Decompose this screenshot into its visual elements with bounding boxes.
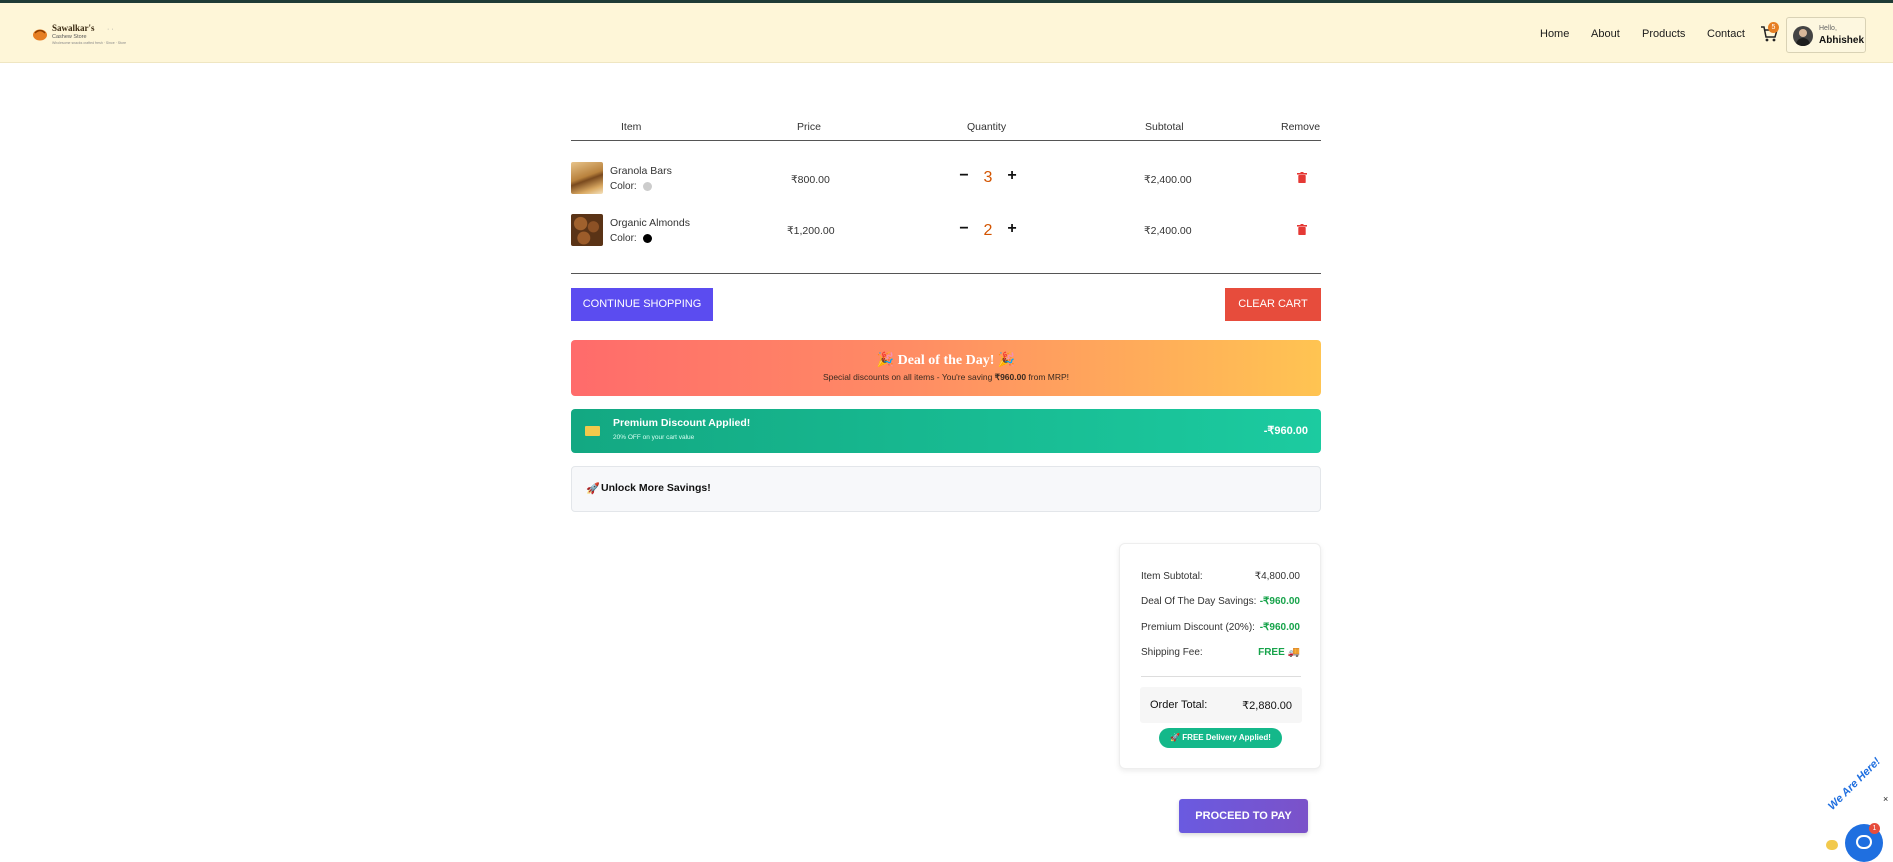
column-header-subtotal: Subtotal bbox=[1145, 121, 1184, 133]
deal-of-the-day-banner: 🎉 Deal of the Day! 🎉 Special discounts o… bbox=[571, 340, 1321, 396]
chat-unread-badge: 1 bbox=[1869, 823, 1880, 834]
premium-subtitle: 20% OFF on your cart value bbox=[613, 434, 695, 441]
premium-discount-banner: Premium Discount Applied! 20% OFF on you… bbox=[571, 409, 1321, 453]
chat-close-icon[interactable]: × bbox=[1883, 794, 1888, 804]
trash-icon[interactable] bbox=[1297, 172, 1307, 183]
store-logo[interactable]: Sawalkar's Cashew Store Wholesome snacks… bbox=[32, 21, 142, 51]
order-total-value: ₹2,880.00 bbox=[1242, 700, 1292, 712]
quantity-decrease-button[interactable]: − bbox=[957, 220, 971, 238]
avatar bbox=[1793, 26, 1813, 46]
user-menu[interactable]: Hello, Abhishek bbox=[1786, 17, 1866, 53]
item-subtotal-value: ₹4,800.00 bbox=[1254, 571, 1300, 582]
premium-title: Premium Discount Applied! bbox=[613, 417, 751, 429]
item-subtotal: ₹2,400.00 bbox=[1144, 225, 1192, 237]
column-header-quantity: Quantity bbox=[967, 121, 1007, 133]
nav-contact[interactable]: Contact bbox=[1707, 28, 1745, 40]
cart-count-badge: 5 bbox=[1768, 22, 1779, 33]
user-name: Abhishek bbox=[1819, 35, 1865, 46]
rocket-icon: 🚀 bbox=[586, 483, 600, 495]
logo-subtitle: Cashew Store bbox=[52, 34, 87, 40]
color-swatch bbox=[643, 182, 652, 191]
premium-discount-label: Premium Discount (20%): bbox=[1141, 622, 1255, 633]
product-image-granola-bars[interactable] bbox=[571, 162, 603, 194]
product-image-organic-almonds[interactable] bbox=[571, 214, 603, 246]
order-total-label: Order Total: bbox=[1150, 699, 1208, 711]
premium-amount: -₹960.00 bbox=[1263, 425, 1308, 437]
user-greeting: Hello, bbox=[1819, 25, 1837, 32]
shipping-fee-value: FREE 🚚 bbox=[1258, 647, 1300, 658]
table-footer-divider bbox=[571, 273, 1321, 274]
item-price: ₹1,200.00 bbox=[787, 225, 835, 237]
quantity-increase-button[interactable]: + bbox=[1005, 167, 1019, 185]
item-price: ₹800.00 bbox=[791, 174, 830, 186]
product-name[interactable]: Organic Almonds bbox=[610, 217, 690, 229]
logo-tagline: Wholesome snacks crafted fresh · Since ·… bbox=[52, 41, 127, 45]
logo-dots: · · bbox=[107, 26, 114, 33]
table-header-divider bbox=[571, 140, 1321, 141]
waving-hand-icon bbox=[1826, 840, 1838, 850]
chat-bubble-icon bbox=[1856, 835, 1872, 849]
order-summary: Item Subtotal: ₹4,800.00 Deal Of The Day… bbox=[1119, 543, 1321, 769]
nav-products[interactable]: Products bbox=[1642, 28, 1685, 40]
order-total-box: Order Total: ₹2,880.00 bbox=[1140, 687, 1302, 723]
summary-divider bbox=[1141, 676, 1301, 677]
column-header-price: Price bbox=[797, 121, 821, 133]
proceed-to-pay-button[interactable]: PROCEED TO PAY bbox=[1179, 799, 1308, 833]
deal-savings-amount: ₹960.00 bbox=[994, 372, 1027, 382]
nav-about[interactable]: About bbox=[1591, 28, 1620, 40]
deal-title: 🎉 Deal of the Day! 🎉 bbox=[876, 353, 1016, 368]
logo-name: Sawalkar's bbox=[52, 23, 95, 33]
quantity-value: 3 bbox=[983, 169, 993, 186]
premium-discount-value: -₹960.00 bbox=[1259, 622, 1300, 633]
site-header: Sawalkar's Cashew Store Wholesome snacks… bbox=[0, 3, 1893, 63]
chat-widget-label: We Are Here! bbox=[1826, 755, 1883, 813]
quantity-value: 2 bbox=[983, 222, 993, 239]
deal-savings-value: -₹960.00 bbox=[1259, 596, 1300, 607]
color-swatch bbox=[643, 234, 652, 243]
item-subtotal: ₹2,400.00 bbox=[1144, 174, 1192, 186]
item-subtotal-label: Item Subtotal: bbox=[1141, 571, 1203, 582]
ticket-icon bbox=[585, 426, 600, 436]
unlock-title: Unlock More Savings! bbox=[601, 482, 711, 494]
deal-savings-label: Deal Of The Day Savings: bbox=[1141, 596, 1257, 607]
product-name[interactable]: Granola Bars bbox=[610, 165, 672, 177]
quantity-increase-button[interactable]: + bbox=[1005, 220, 1019, 238]
trash-icon[interactable] bbox=[1297, 224, 1307, 235]
color-label: Color: bbox=[610, 233, 637, 244]
continue-shopping-button[interactable]: CONTINUE SHOPPING bbox=[571, 288, 713, 321]
column-header-remove: Remove bbox=[1281, 121, 1321, 133]
cashew-logo-icon bbox=[33, 29, 47, 41]
quantity-decrease-button[interactable]: − bbox=[957, 167, 971, 185]
column-header-item: Item bbox=[621, 121, 642, 133]
unlock-savings-panel[interactable]: 🚀 Unlock More Savings! bbox=[571, 466, 1321, 512]
shipping-fee-label: Shipping Fee: bbox=[1141, 647, 1203, 658]
free-delivery-badge: 🚀 FREE Delivery Applied! bbox=[1159, 728, 1282, 748]
nav-home[interactable]: Home bbox=[1540, 28, 1569, 40]
deal-subtitle: Special discounts on all items - You're … bbox=[822, 372, 1070, 382]
clear-cart-button[interactable]: CLEAR CART bbox=[1225, 288, 1321, 321]
color-label: Color: bbox=[610, 181, 637, 192]
